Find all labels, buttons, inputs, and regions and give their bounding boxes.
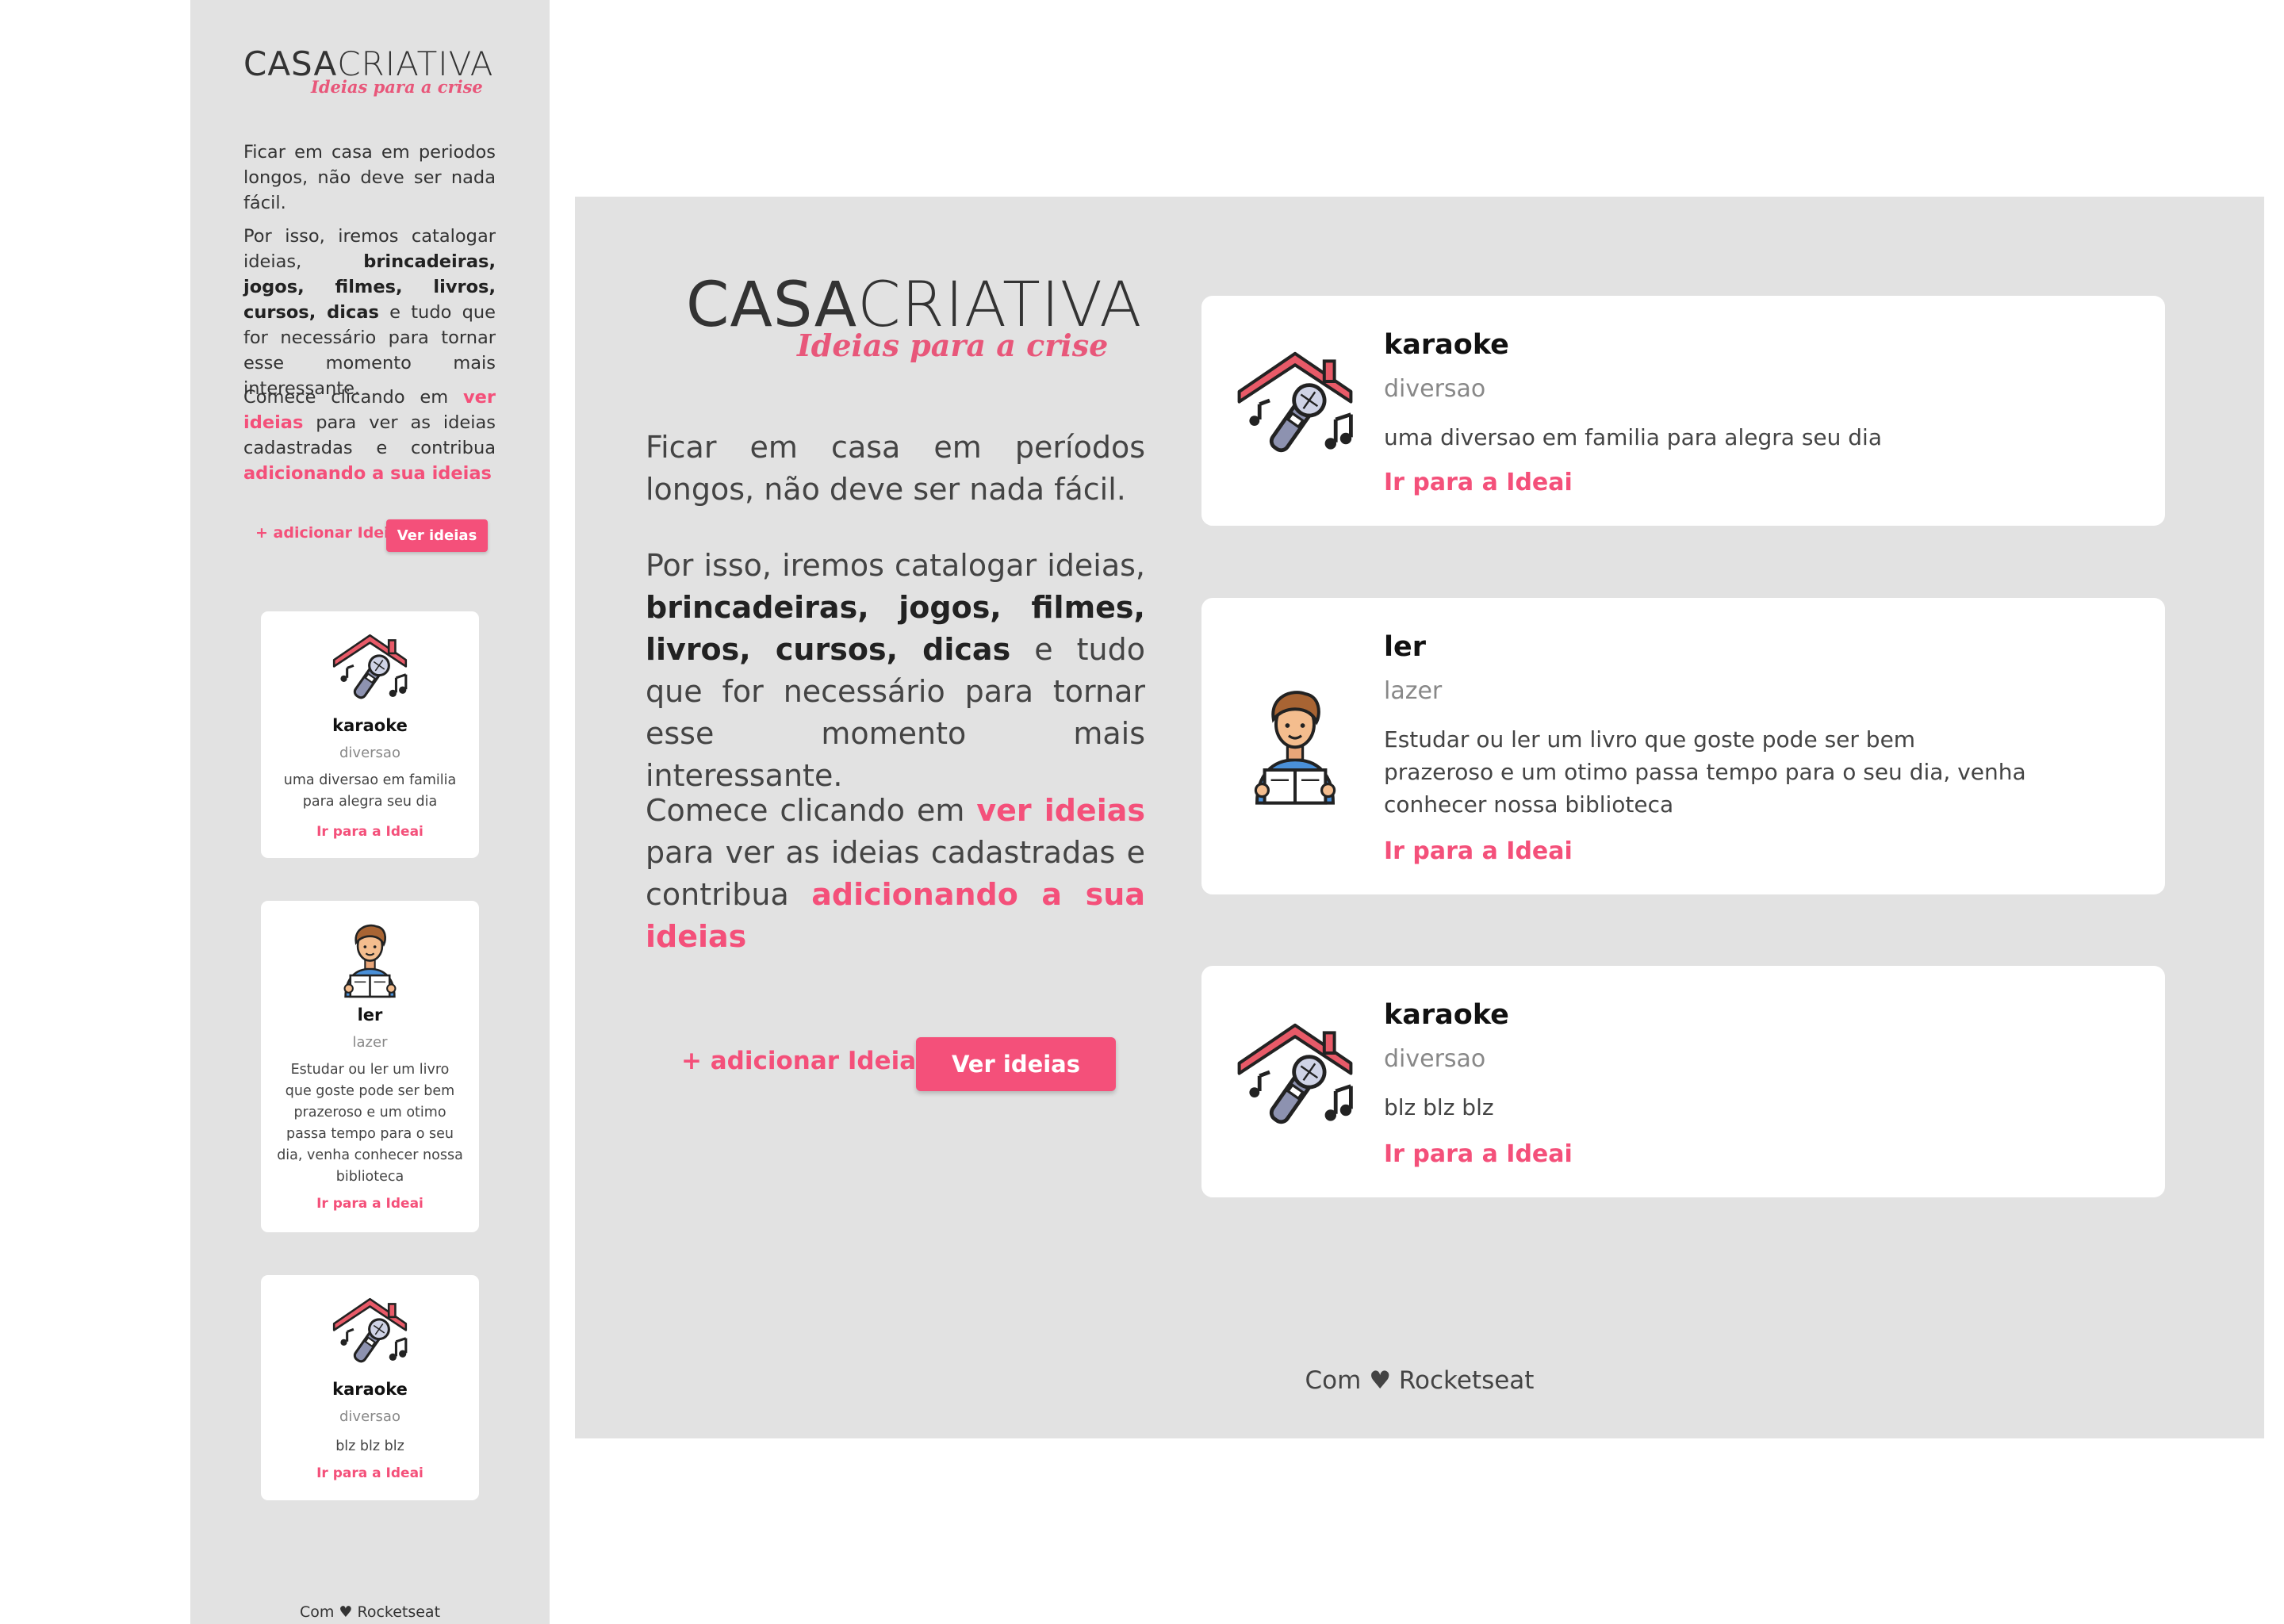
idea-description: blz blz blz <box>335 1438 404 1454</box>
ver-ideias-link[interactable]: ver ideias <box>976 793 1145 828</box>
add-idea-button[interactable]: + adicionar Ideia <box>681 1047 916 1075</box>
reading-icon <box>1232 681 1359 808</box>
footer: Com ♥ Rocketseat <box>299 1603 441 1621</box>
desktop-view: CASACRIATIVA Ideias para a crise Ficar e… <box>575 197 2264 1438</box>
intro-paragraph-3: Comece clicando em ver ideias para ver a… <box>243 385 496 486</box>
idea-description: Estudar ou ler um livro que goste pode s… <box>1384 726 2026 818</box>
idea-category: diversao <box>339 1408 400 1425</box>
idea-card: karaoke diversao uma diversao em familia… <box>261 611 479 858</box>
idea-category: diversao <box>1384 1045 1486 1073</box>
intro-paragraph-2: Por isso, iremos catalogar ideias, brinc… <box>243 224 496 401</box>
intro-text: Comece clicando em <box>646 793 977 828</box>
intro-paragraph-1: Ficar em casa em periodos longos, não de… <box>243 142 496 213</box>
idea-card: ler lazer Estudar ou ler um livro que go… <box>1201 598 2165 894</box>
idea-description: blz blz blz <box>1384 1094 1494 1120</box>
idea-title: karaoke <box>332 716 408 735</box>
idea-link[interactable]: Ir para a Ideai <box>1384 837 1573 865</box>
idea-category: diversao <box>1384 375 1486 403</box>
idea-link[interactable]: Ir para a Ideai <box>261 1465 479 1481</box>
karaoke-icon <box>329 1293 411 1374</box>
idea-title: karaoke <box>332 1380 408 1399</box>
idea-category: lazer <box>1384 677 1443 705</box>
idea-link[interactable]: Ir para a Ideai <box>261 824 479 840</box>
idea-category: lazer <box>352 1034 388 1051</box>
view-ideas-button[interactable]: Ver ideias <box>916 1037 1116 1091</box>
intro-paragraph-3: Comece clicando em ver ideias para ver a… <box>646 790 1145 958</box>
footer: Com ♥ Rocketseat <box>1305 1366 1535 1395</box>
idea-link[interactable]: Ir para a Ideai <box>1384 469 1573 496</box>
mobile-view: CASACRIATIVA Ideias para a crise Ficar e… <box>190 0 550 1624</box>
idea-link[interactable]: Ir para a Ideai <box>261 1196 479 1212</box>
idea-title: karaoke <box>1384 999 1509 1031</box>
add-idea-button[interactable]: + adicionar Ideia <box>255 524 400 542</box>
idea-description: uma diversao em familia para alegra seu … <box>283 772 457 810</box>
idea-card: ler lazer Estudar ou ler um livro que go… <box>261 901 479 1232</box>
add-idea-link[interactable]: adicionando a sua ideias <box>243 463 492 484</box>
idea-description: uma diversao em familia para alegra seu … <box>1384 424 1882 450</box>
view-ideas-button[interactable]: Ver ideias <box>386 519 488 552</box>
logo-tagline: Ideias para a crise <box>311 77 483 97</box>
idea-card: karaoke diversao blz blz blz Ir para a I… <box>261 1275 479 1500</box>
idea-title: ler <box>357 1005 383 1025</box>
intro-text: Por isso, iremos catalogar ideias, <box>646 548 1145 583</box>
karaoke-icon <box>1232 343 1359 470</box>
intro-paragraph-1: Ficar em casa em períodos longos, não de… <box>646 430 1145 507</box>
idea-title: ler <box>1384 631 1426 663</box>
idea-category: diversao <box>339 745 400 761</box>
intro-paragraph-2: Por isso, iremos catalogar ideias, brinc… <box>646 545 1145 797</box>
karaoke-icon <box>329 629 411 710</box>
idea-title: karaoke <box>1384 329 1509 361</box>
idea-card: karaoke diversao uma diversao em familia… <box>1201 296 2165 526</box>
reading-icon <box>329 918 411 1000</box>
intro-text: Comece clicando em <box>243 387 463 408</box>
karaoke-icon <box>1232 1015 1359 1142</box>
idea-link[interactable]: Ir para a Ideai <box>1384 1140 1573 1168</box>
idea-description: Estudar ou ler um livro que goste pode s… <box>277 1062 463 1185</box>
idea-card: karaoke diversao blz blz blz Ir para a I… <box>1201 966 2165 1197</box>
logo-tagline: Ideias para a crise <box>797 327 1109 363</box>
